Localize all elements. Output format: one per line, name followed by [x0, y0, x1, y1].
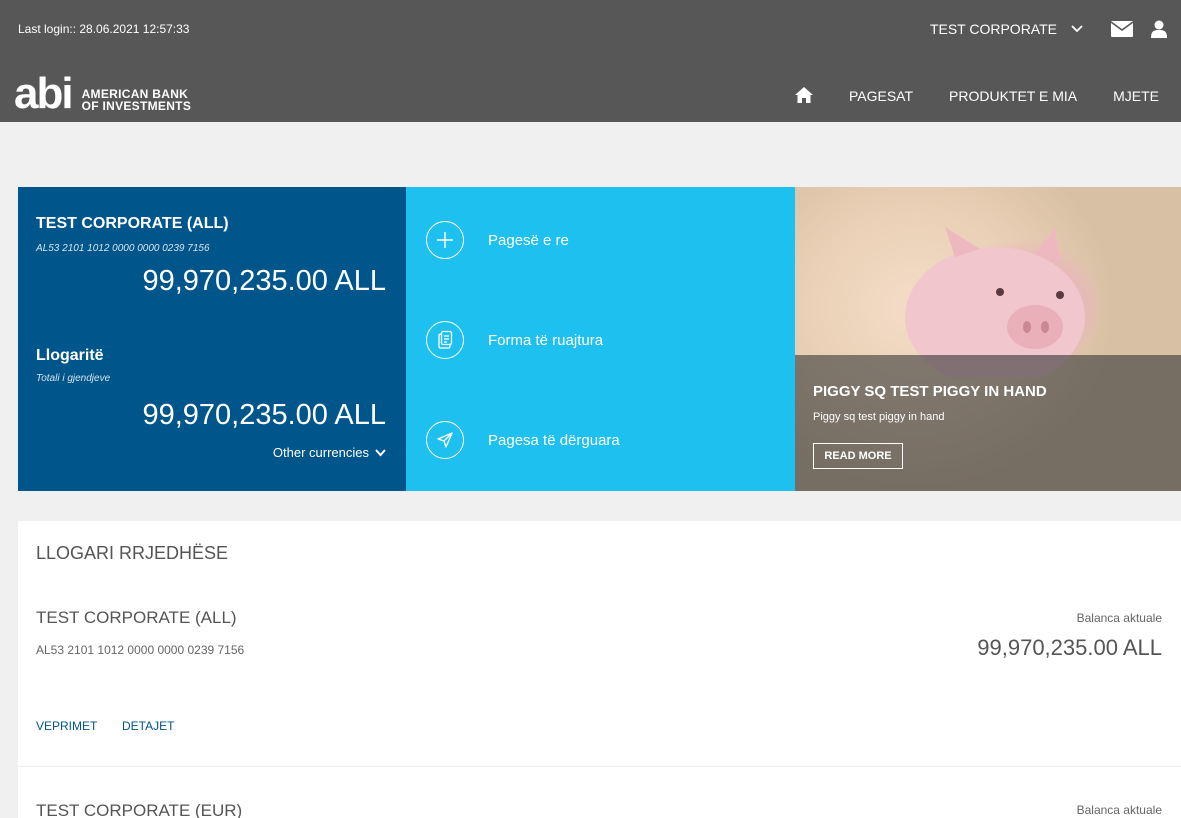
quick-actions-panel: Pagesë e re Forma të ruajtura Pagesa të … [406, 187, 795, 491]
current-accounts-section: LLOGARI RRJEDHËSE TEST CORPORATE (ALL) A… [18, 521, 1181, 818]
promo-banner[interactable]: PIGGY SQ TEST PIGGY IN HAND Piggy sq tes… [795, 187, 1181, 491]
other-currencies-toggle[interactable]: Other currencies [273, 445, 386, 460]
nav-item-produktet[interactable]: PRODUKTET E MIA [949, 88, 1077, 104]
account-name[interactable]: TEST CORPORATE (ALL) [36, 608, 237, 628]
new-payment-label: Pagesë e re [488, 231, 569, 249]
saved-form-icon [426, 321, 464, 359]
promo-title: PIGGY SQ TEST PIGGY IN HAND [813, 383, 1047, 400]
logo-line-2: OF INVESTMENTS [81, 99, 192, 113]
accounts-total-balance: 99,970,235.00 ALL [142, 399, 386, 431]
nav-item-mjete[interactable]: MJETE [1113, 88, 1159, 104]
promo-subtitle: Piggy sq test piggy in hand [813, 411, 945, 423]
sent-payments-label: Pagesa të dërguara [488, 431, 620, 449]
transactions-link[interactable]: VEPRIMET [36, 719, 97, 733]
mail-icon[interactable] [1111, 21, 1133, 37]
user-icon[interactable] [1151, 20, 1167, 38]
nav-item-pagesat[interactable]: PAGESAT [849, 88, 913, 104]
balance-label: Balanca aktuale [1076, 611, 1162, 625]
bank-logo[interactable]: abi AMERICAN BANK OF INVESTMENTS [14, 72, 192, 122]
details-link[interactable]: DETAJET [122, 719, 174, 733]
dashboard-hero: TEST CORPORATE (ALL) AL53 2101 1012 0000… [18, 187, 1181, 491]
paper-plane-icon [426, 421, 464, 459]
balance-label: Balanca aktuale [1076, 803, 1162, 817]
account-iban: AL53 2101 1012 0000 0000 0239 7156 [36, 643, 245, 657]
accounts-total-title: Llogaritë [36, 347, 104, 364]
promo-overlay [795, 355, 1181, 491]
company-selector-label: TEST CORPORATE [929, 21, 1057, 37]
sent-payments-action[interactable]: Pagesa të dërguara [426, 421, 620, 459]
account-summary-panel: TEST CORPORATE (ALL) AL53 2101 1012 0000… [18, 187, 406, 491]
primary-account-balance: 99,970,235.00 ALL [142, 265, 386, 297]
chevron-down-icon [1071, 23, 1083, 35]
saved-forms-action[interactable]: Forma të ruajtura [426, 321, 603, 359]
logo-text: AMERICAN BANK OF INVESTMENTS [82, 88, 192, 112]
section-heading: LLOGARI RRJEDHËSE [36, 543, 229, 563]
accounts-total-subtitle: Totali i gjendjeve [36, 373, 111, 384]
account-balance: 99,970,235.00 ALL [977, 635, 1162, 660]
logo-mark: abi [14, 69, 74, 118]
main-nav: PAGESAT PRODUKTET E MIA MJETE [794, 78, 1181, 114]
row-divider [18, 766, 1181, 767]
chevron-down-icon [375, 448, 386, 457]
primary-account-name[interactable]: TEST CORPORATE (ALL) [36, 215, 229, 233]
account-name[interactable]: TEST CORPORATE (EUR) [36, 801, 242, 818]
other-currencies-label: Other currencies [272, 445, 369, 460]
home-icon[interactable] [794, 87, 813, 105]
header-top-right: TEST CORPORATE [930, 16, 1167, 42]
top-header: Last login:: 28.06.2021 12:57:33 TEST CO… [0, 0, 1181, 122]
company-selector[interactable]: TEST CORPORATE [930, 21, 1083, 37]
saved-forms-label: Forma të ruajtura [488, 331, 604, 349]
last-login-text: Last login:: 28.06.2021 12:57:33 [18, 22, 190, 36]
plus-icon [426, 221, 464, 259]
primary-account-iban: AL53 2101 1012 0000 0000 0239 7156 [36, 243, 210, 254]
piggy-bank-image [905, 227, 1085, 377]
new-payment-action[interactable]: Pagesë e re [426, 221, 569, 259]
read-more-button[interactable]: READ MORE [813, 443, 903, 469]
